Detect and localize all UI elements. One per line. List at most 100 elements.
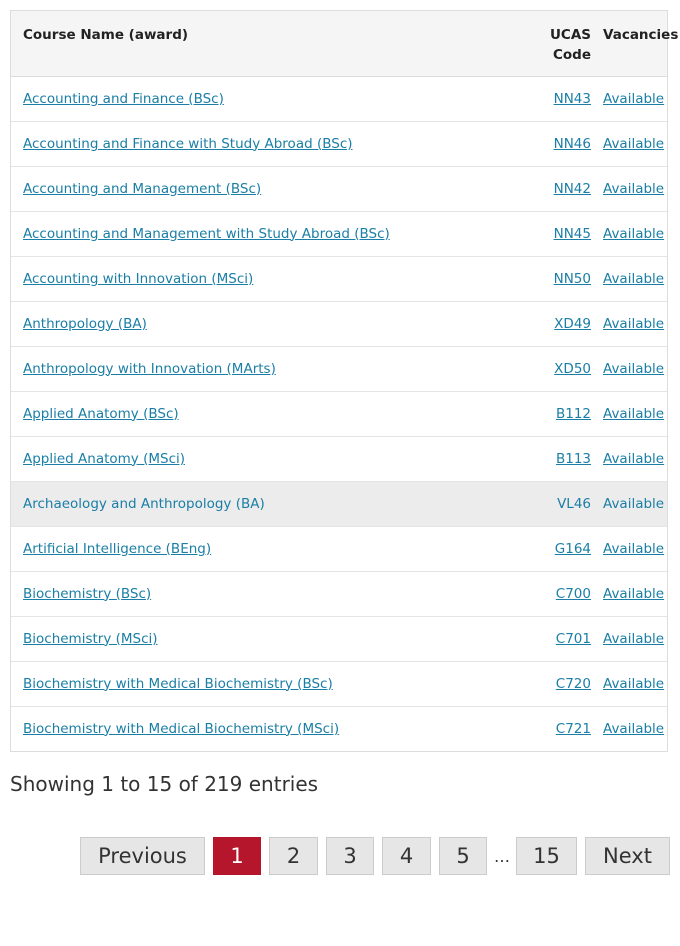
vacancies-link[interactable]: Available <box>603 586 664 602</box>
vacancies-link[interactable]: Available <box>603 406 664 422</box>
course-link[interactable]: Anthropology (BA) <box>23 316 147 332</box>
page-button-5[interactable]: 5 <box>439 837 487 875</box>
ucas-code-cell: XD50 <box>509 346 591 391</box>
ucas-code-cell: NN50 <box>509 256 591 301</box>
ucas-code-cell: B112 <box>509 391 591 436</box>
course-link[interactable]: Archaeology and Anthropology (BA) <box>23 496 265 512</box>
ucas-code-cell: C721 <box>509 706 591 751</box>
vacancies-link[interactable]: Available <box>603 496 664 512</box>
course-name-cell: Biochemistry (MSci) <box>11 616 509 661</box>
course-link[interactable]: Artificial Intelligence (BEng) <box>23 541 211 557</box>
vacancies-link[interactable]: Available <box>603 181 664 197</box>
table-row: Artificial Intelligence (BEng) G164 Avai… <box>11 526 667 571</box>
ucas-code-cell: NN43 <box>509 76 591 121</box>
vacancies-link[interactable]: Available <box>603 316 664 332</box>
vacancies-cell: Available <box>591 76 667 121</box>
header-ucas-code[interactable]: UCAS Code <box>509 11 591 77</box>
vacancies-link[interactable]: Available <box>603 226 664 242</box>
table-row: Biochemistry (MSci) C701 Available <box>11 616 667 661</box>
ucas-code-link[interactable]: NN46 <box>554 136 591 152</box>
ucas-code-cell: NN42 <box>509 166 591 211</box>
table-row: Anthropology with Innovation (MArts) XD5… <box>11 346 667 391</box>
course-link[interactable]: Biochemistry (MSci) <box>23 631 158 647</box>
ucas-code-link[interactable]: C701 <box>556 631 591 647</box>
vacancies-link[interactable]: Available <box>603 631 664 647</box>
vacancies-link[interactable]: Available <box>603 136 664 152</box>
table-row-hovered: Archaeology and Anthropology (BA) VL46 A… <box>11 481 667 526</box>
ucas-code-link[interactable]: XD49 <box>554 316 591 332</box>
course-name-cell: Biochemistry (BSc) <box>11 571 509 616</box>
table-row: Biochemistry with Medical Biochemistry (… <box>11 661 667 706</box>
course-link[interactable]: Accounting with Innovation (MSci) <box>23 271 253 287</box>
table-header-row: Course Name (award) UCAS Code Vacancies <box>11 11 678 77</box>
ucas-code-link[interactable]: NN50 <box>554 271 591 287</box>
vacancies-link[interactable]: Available <box>603 451 664 467</box>
ucas-code-link[interactable]: NN43 <box>554 91 591 107</box>
vacancies-cell: Available <box>591 616 667 661</box>
ucas-code-link[interactable]: B112 <box>556 406 591 422</box>
ucas-code-cell: XD49 <box>509 301 591 346</box>
vacancies-cell: Available <box>591 121 667 166</box>
course-name-cell: Accounting with Innovation (MSci) <box>11 256 509 301</box>
vacancies-cell: Available <box>591 301 667 346</box>
vacancies-cell: Available <box>591 481 667 526</box>
page-button-3[interactable]: 3 <box>326 837 374 875</box>
page-button-1[interactable]: 1 <box>213 837 261 875</box>
course-name-cell: Biochemistry with Medical Biochemistry (… <box>11 706 509 751</box>
page-button-4[interactable]: 4 <box>382 837 431 875</box>
previous-page-button[interactable]: Previous <box>80 837 205 875</box>
vacancies-link[interactable]: Available <box>603 91 664 107</box>
header-ucas-code-line1: UCAS <box>549 27 591 43</box>
table-row: Biochemistry (BSc) C700 Available <box>11 571 667 616</box>
table-row: Accounting and Management with Study Abr… <box>11 211 667 256</box>
course-name-cell: Applied Anatomy (BSc) <box>11 391 509 436</box>
table-row: Anthropology (BA) XD49 Available <box>11 301 667 346</box>
course-link[interactable]: Applied Anatomy (MSci) <box>23 451 185 467</box>
ucas-code-cell: NN45 <box>509 211 591 256</box>
course-link[interactable]: Biochemistry (BSc) <box>23 586 151 602</box>
next-page-button[interactable]: Next <box>585 837 670 875</box>
ucas-code-link[interactable]: VL46 <box>557 496 591 512</box>
ucas-code-cell: G164 <box>509 526 591 571</box>
ucas-code-link[interactable]: NN45 <box>554 226 591 242</box>
ucas-code-cell: B113 <box>509 436 591 481</box>
ucas-code-link[interactable]: C721 <box>556 721 591 737</box>
course-name-cell: Anthropology (BA) <box>11 301 509 346</box>
course-name-cell: Accounting and Finance with Study Abroad… <box>11 121 509 166</box>
courses-table: Course Name (award) UCAS Code Vacancies A… <box>11 11 678 751</box>
course-link[interactable]: Accounting and Finance with Study Abroad… <box>23 136 353 152</box>
table-info-text: Showing 1 to 15 of 219 entries <box>10 772 319 796</box>
vacancies-cell: Available <box>591 391 667 436</box>
page-button-15[interactable]: 15 <box>516 837 577 875</box>
table-row: Applied Anatomy (MSci) B113 Available <box>11 436 667 481</box>
header-vacancies[interactable]: Vacancies <box>591 11 678 77</box>
ucas-code-link[interactable]: NN42 <box>554 181 591 197</box>
course-name-cell: Accounting and Management (BSc) <box>11 166 509 211</box>
header-course-name[interactable]: Course Name (award) <box>11 11 509 77</box>
vacancies-cell: Available <box>591 571 667 616</box>
table-row: Biochemistry with Medical Biochemistry (… <box>11 706 667 751</box>
page-button-2[interactable]: 2 <box>269 837 318 875</box>
course-link[interactable]: Accounting and Finance (BSc) <box>23 91 224 107</box>
course-name-cell: Archaeology and Anthropology (BA) <box>11 481 509 526</box>
vacancies-link[interactable]: Available <box>603 361 664 377</box>
ucas-code-link[interactable]: B113 <box>556 451 591 467</box>
course-link[interactable]: Applied Anatomy (BSc) <box>23 406 179 422</box>
vacancies-link[interactable]: Available <box>603 271 664 287</box>
course-link[interactable]: Biochemistry with Medical Biochemistry (… <box>23 676 333 692</box>
ucas-code-link[interactable]: XD50 <box>554 361 591 377</box>
course-link[interactable]: Biochemistry with Medical Biochemistry (… <box>23 721 339 737</box>
ucas-code-link[interactable]: C720 <box>556 676 591 692</box>
course-link[interactable]: Anthropology with Innovation (MArts) <box>23 361 276 377</box>
course-link[interactable]: Accounting and Management with Study Abr… <box>23 226 390 242</box>
pagination: Previous 1 2 3 4 5 … 15 Next <box>0 837 670 875</box>
vacancies-link[interactable]: Available <box>603 676 664 692</box>
ucas-code-cell: C701 <box>509 616 591 661</box>
course-link[interactable]: Accounting and Management (BSc) <box>23 181 261 197</box>
ucas-code-link[interactable]: C700 <box>556 586 591 602</box>
ucas-code-link[interactable]: G164 <box>555 541 591 557</box>
courses-table-container: Course Name (award) UCAS Code Vacancies A… <box>10 10 678 752</box>
ucas-code-cell: VL46 <box>509 481 591 526</box>
vacancies-link[interactable]: Available <box>603 541 664 557</box>
vacancies-link[interactable]: Available <box>603 721 664 737</box>
